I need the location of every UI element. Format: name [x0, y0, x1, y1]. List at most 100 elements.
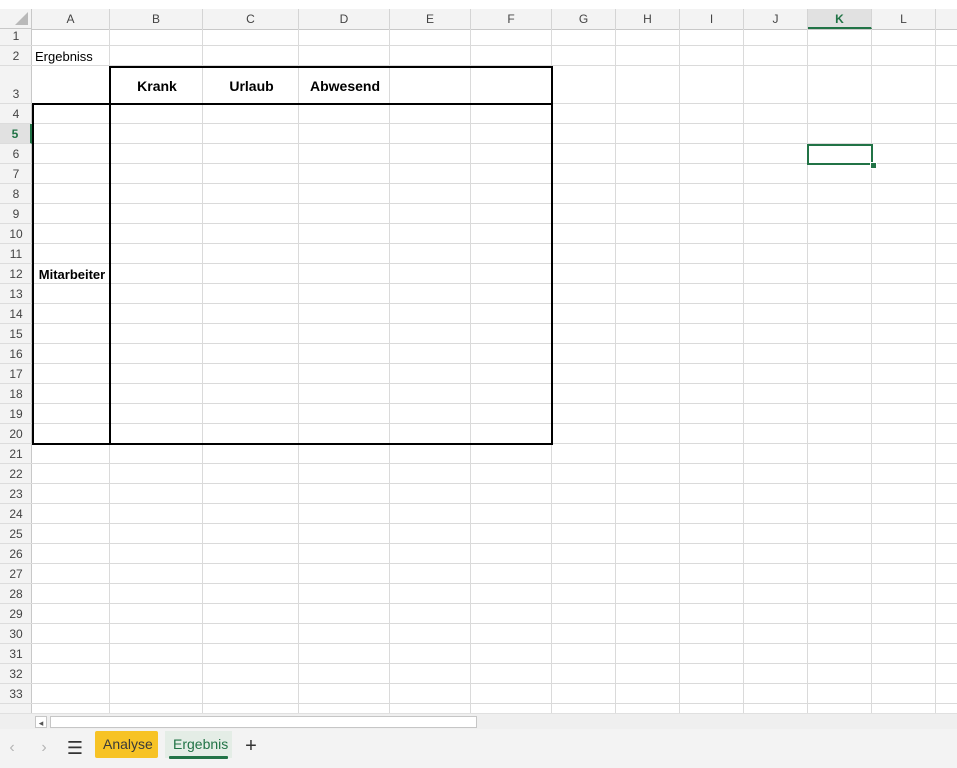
grid-hline [32, 583, 957, 584]
top-strip [0, 0, 957, 9]
table-top-border [110, 66, 553, 68]
label-column-border [109, 66, 111, 445]
row-header-21[interactable]: 21 [0, 444, 32, 464]
cell-b2[interactable]: Krank [111, 78, 203, 94]
row-header-5[interactable]: 5 [0, 124, 32, 144]
tab-label: Ergebnis [173, 736, 229, 752]
row-header-31[interactable]: 31 [0, 644, 32, 664]
column-header-k[interactable]: K [808, 9, 872, 29]
grid-vline [389, 29, 390, 713]
cell-d2[interactable]: Abwesend [300, 78, 390, 94]
grid-hline [32, 683, 957, 684]
scrollbar-thumb[interactable] [50, 716, 477, 728]
grid-vline [743, 29, 744, 713]
grid-hline [32, 123, 957, 124]
active-tab-underline [169, 756, 228, 759]
grid-hline [32, 243, 957, 244]
tab-label: Analyse [103, 736, 153, 752]
grid-hline [32, 523, 957, 524]
cell-a3-merged[interactable]: Mitarbeiter [34, 267, 110, 282]
grid-vline [298, 29, 299, 713]
row-header-17[interactable]: 17 [0, 364, 32, 384]
row-header-3[interactable]: 3 [0, 66, 32, 104]
tab-analyse[interactable]: Analyse [95, 731, 158, 758]
row-header-28[interactable]: 28 [0, 584, 32, 604]
column-header-b[interactable]: B [110, 9, 203, 29]
table-right-border [551, 66, 553, 445]
grid-hline [32, 543, 957, 544]
grid-hline [32, 45, 957, 46]
scroll-left-arrow-icon[interactable]: ◂ [35, 716, 47, 728]
spreadsheet-grid[interactable]: ABCDEFGHIJKL 1 2 3 4 5 6 7 8 9 10 11 12 13 14 15 16 17 18… [0, 0, 957, 713]
grid-hline [32, 303, 957, 304]
grid-hline [32, 383, 957, 384]
grid-vline [871, 29, 872, 713]
grid-hline [32, 703, 957, 704]
column-header-l[interactable]: L [872, 9, 936, 29]
column-header-f[interactable]: F [471, 9, 552, 29]
fill-handle[interactable] [870, 162, 877, 169]
grid-vline [807, 29, 808, 713]
row-header-11[interactable]: 11 [0, 244, 32, 264]
tab-ergebnis[interactable]: Ergebnis [165, 731, 232, 759]
column-header-c[interactable]: C [203, 9, 299, 29]
cell-a1[interactable]: Ergebniss [35, 49, 93, 64]
plus-icon[interactable]: + [241, 734, 261, 758]
row-header-32[interactable]: 32 [0, 664, 32, 684]
row-header-27[interactable]: 27 [0, 564, 32, 584]
row-header-20[interactable]: 20 [0, 424, 32, 444]
row-header-25[interactable]: 25 [0, 524, 32, 544]
column-header-j[interactable]: J [744, 9, 808, 29]
grid-hline [32, 283, 957, 284]
horizontal-scrollbar[interactable]: ◂ [0, 713, 957, 730]
grid-vline [470, 29, 471, 713]
grid-hline [32, 323, 957, 324]
grid-hline [32, 503, 957, 504]
row-header-8[interactable]: 8 [0, 184, 32, 204]
grid-hline [32, 643, 957, 644]
row-header-22[interactable]: 22 [0, 464, 32, 484]
row-header-14[interactable]: 14 [0, 304, 32, 324]
row-header-18[interactable]: 18 [0, 384, 32, 404]
row-header-24[interactable]: 24 [0, 504, 32, 524]
hamburger-icon[interactable]: ☰ [64, 736, 86, 760]
row-header-10[interactable]: 10 [0, 224, 32, 244]
row-header-9[interactable]: 9 [0, 204, 32, 224]
row-header-16[interactable]: 16 [0, 344, 32, 364]
row-header-26[interactable]: 26 [0, 544, 32, 564]
row-header-33[interactable]: 33 [0, 684, 32, 704]
grid-vline [202, 29, 203, 713]
grid-hline [32, 263, 957, 264]
row-header-13[interactable]: 13 [0, 284, 32, 304]
column-header-h[interactable]: H [616, 9, 680, 29]
column-header-i[interactable]: I [680, 9, 744, 29]
column-header-d[interactable]: D [299, 9, 390, 29]
cell-c2[interactable]: Urlaub [204, 78, 299, 94]
column-header-g[interactable]: G [552, 9, 616, 29]
active-cell-k5[interactable] [807, 144, 873, 165]
grid-vline [615, 29, 616, 713]
row-header-23[interactable]: 23 [0, 484, 32, 504]
sheet-tab-bar: ‹ › ☰ Analyse Ergebnis + [0, 729, 957, 768]
grid-hline [32, 203, 957, 204]
row-header-19[interactable]: 19 [0, 404, 32, 424]
row-header-2[interactable]: 2 [0, 46, 32, 66]
grid-hline [32, 483, 957, 484]
grid-hline [32, 663, 957, 664]
column-header-e[interactable]: E [390, 9, 471, 29]
row-header-12[interactable]: 12 [0, 264, 32, 284]
row-header-1[interactable]: 1 [0, 29, 32, 46]
column-header-a[interactable]: A [32, 9, 110, 29]
row-header-29[interactable]: 29 [0, 604, 32, 624]
row-header-7[interactable]: 7 [0, 164, 32, 184]
row-header-6[interactable]: 6 [0, 144, 32, 164]
chevron-right-icon[interactable]: › [34, 736, 54, 760]
row-header-4[interactable]: 4 [0, 104, 32, 124]
select-all-corner[interactable] [0, 9, 32, 29]
row-header-15[interactable]: 15 [0, 324, 32, 344]
grid-hline [32, 403, 957, 404]
grid-vline [679, 29, 680, 713]
grid-hline [32, 463, 957, 464]
row-header-30[interactable]: 30 [0, 624, 32, 644]
chevron-left-icon[interactable]: ‹ [2, 736, 22, 760]
